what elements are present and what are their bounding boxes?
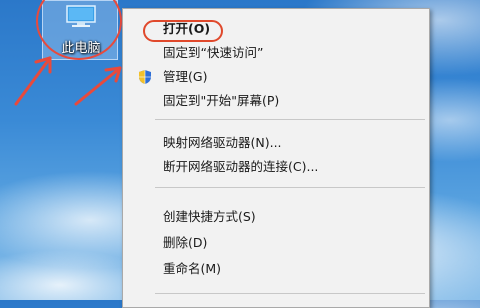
menu-item-label: 断开网络驱动器的连接(C)... [163,159,319,174]
menu-item-create-shortcut[interactable]: 创建快捷方式(S) [123,205,429,229]
menu-item-manage[interactable]: 管理(G) [123,65,429,89]
menu-separator [155,187,425,188]
menu-separator [155,293,425,294]
menu-item-disconnect-network-drive[interactable]: 断开网络驱动器的连接(C)... [123,155,429,179]
menu-item-rename[interactable]: 重命名(M) [123,257,429,281]
menu-separator [155,119,425,120]
menu-item-open[interactable]: 打开(O) [123,17,429,42]
arrow-to-menu [74,66,122,106]
menu-item-map-network-drive[interactable]: 映射网络驱动器(N)... [123,131,429,155]
arrow-to-desktop-icon [14,56,52,106]
menu-item-label: 管理(G) [163,69,208,84]
menu-item-pin-quick-access[interactable]: 固定到“快速访问” [123,41,429,65]
menu-item-label: 固定到"开始"屏幕(P) [163,93,280,108]
menu-item-pin-start[interactable]: 固定到"开始"屏幕(P) [123,89,429,113]
menu-item-label: 删除(D) [163,235,208,250]
context-menu: 打开(O) 固定到“快速访问” 管理(G) 固定到"开始"屏幕(P) 映射网络驱… [122,8,430,308]
uac-shield-icon [139,70,151,84]
menu-item-label: 固定到“快速访问” [163,45,264,60]
menu-item-delete[interactable]: 删除(D) [123,231,429,255]
menu-item-label: 重命名(M) [163,261,222,276]
menu-item-label: 创建快捷方式(S) [163,209,256,224]
menu-item-label: 映射网络驱动器(N)... [163,135,282,150]
menu-item-label: 打开(O) [163,21,211,36]
